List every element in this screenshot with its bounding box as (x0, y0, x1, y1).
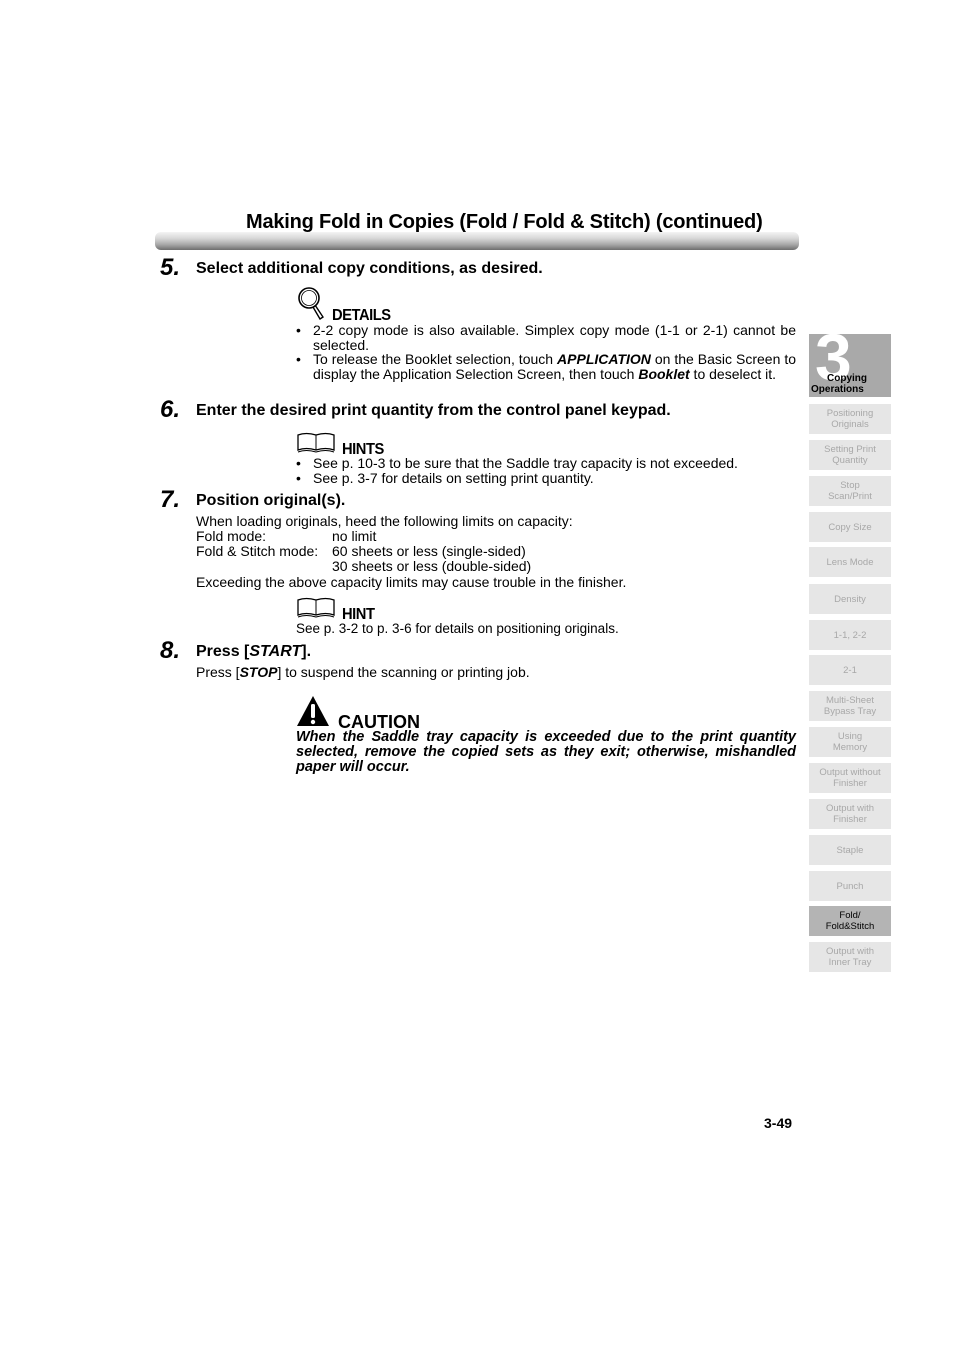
magnifier-icon (296, 286, 326, 325)
page-title: Making Fold in Copies (Fold / Fold & Sti… (246, 211, 763, 233)
capacity-row: Fold mode: no limit (196, 528, 377, 544)
step-number: 7. (160, 486, 181, 513)
sidebar-item[interactable]: Stop Scan/Print (809, 476, 891, 506)
warning-triangle-icon (296, 695, 330, 732)
sidebar-item[interactable]: 1-1, 2-2 (809, 620, 891, 650)
capacity-table: Fold mode: no limit Fold & Stitch mode: … (196, 529, 531, 574)
page-number: 3-49 (764, 1115, 793, 1131)
list-item: See p. 3-7 for details on setting print … (296, 470, 796, 486)
sidebar-item[interactable]: 2-1 (809, 655, 891, 685)
hints-list: See p. 10-3 to be sure that the Saddle t… (296, 456, 796, 485)
sidebar-item[interactable]: Multi-Sheet Bypass Tray (809, 691, 891, 721)
sidebar-item[interactable]: Lens Mode (809, 547, 891, 577)
step-number: 8. (160, 637, 181, 664)
capacity-row: 30 sheets or less (double-sided) (332, 558, 532, 574)
list-item: 2-2 copy mode is also available. Simplex… (296, 323, 796, 352)
step-title: Enter the desired print quantity from th… (196, 402, 671, 419)
sidebar-item[interactable]: Setting Print Quantity (809, 440, 891, 470)
sidebar-item[interactable]: Density (809, 584, 891, 614)
sidebar-item[interactable]: Output with Finisher (809, 799, 891, 829)
sidebar-item[interactable]: Staple (809, 835, 891, 865)
caution-text: When the Saddle tray capacity is exceede… (296, 729, 796, 775)
capacity-row: Fold & Stitch mode: 60 sheets or less (s… (196, 543, 526, 559)
capacity-outro: Exceeding the above capacity limits may … (196, 574, 627, 590)
sidebar-item[interactable]: Using Memory (809, 727, 891, 757)
step-number: 5. (160, 254, 181, 281)
sidebar-item[interactable]: Output without Finisher (809, 763, 891, 793)
details-list: 2-2 copy mode is also available. Simplex… (296, 323, 796, 381)
caution-header: CAUTION (296, 695, 420, 732)
step-body: Press [STOP] to suspend the scanning or … (196, 664, 530, 680)
step-title: Select additional copy conditions, as de… (196, 260, 543, 277)
chapter-tab[interactable]: 3 Copying Operations (809, 334, 891, 397)
hint-text: See p. 3-2 to p. 3-6 for details on posi… (296, 621, 619, 636)
list-item: To release the Booklet selection, touch … (296, 352, 796, 381)
details-note-header: DETAILS (296, 286, 396, 325)
title-underline-bar (155, 232, 799, 250)
sidebar-item[interactable]: Punch (809, 871, 891, 901)
chapter-label: Copying Operations (811, 373, 867, 395)
step-number: 6. (160, 396, 181, 423)
step-title: Position original(s). (196, 492, 346, 509)
sidebar-item[interactable]: Positioning Originals (809, 404, 891, 434)
sidebar-item[interactable]: Fold/Fold&Stitch (809, 906, 891, 936)
open-book-icon (296, 597, 336, 624)
hint-note-header: HINT (296, 597, 377, 624)
sidebar-item[interactable]: Copy Size (809, 512, 891, 542)
sidebar-item[interactable]: Output with Inner Tray (809, 942, 891, 972)
step-title: Press [START]. (196, 643, 312, 660)
list-item: See p. 10-3 to be sure that the Saddle t… (296, 456, 796, 471)
capacity-intro: When loading originals, heed the followi… (196, 513, 573, 529)
